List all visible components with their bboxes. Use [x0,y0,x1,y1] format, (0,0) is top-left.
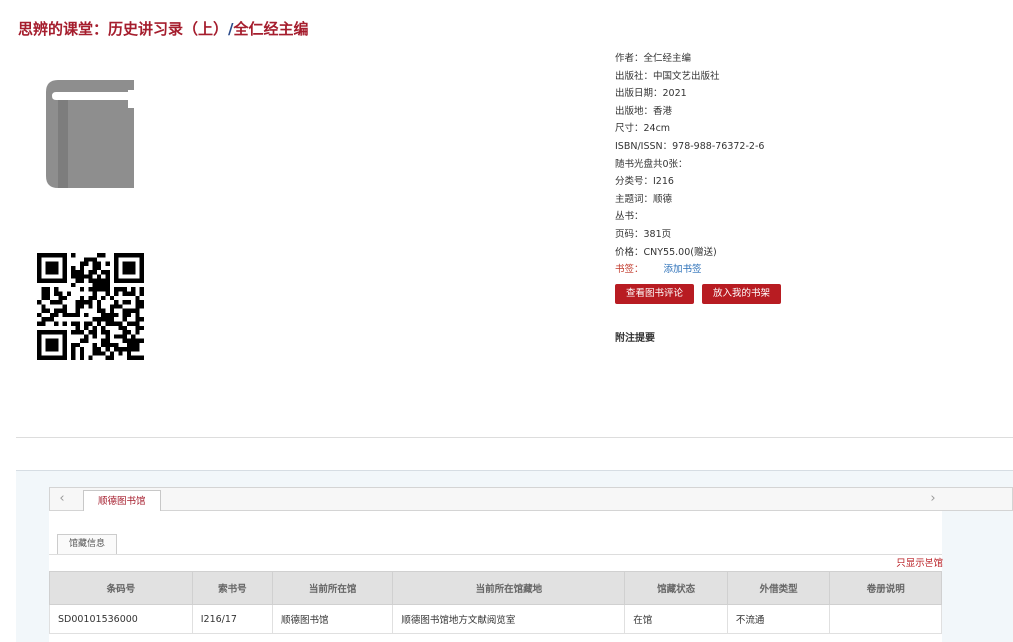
cell-barcode: SD00101536000 [49,604,193,634]
col-loan-type: 外借类型 [726,571,831,605]
cell-library: 顺德图书馆 [271,604,394,634]
meta-disc: 随书光盘共0张： [615,158,688,170]
section-divider [16,437,1013,438]
meta-place: 出版地：香港 [615,105,673,117]
add-to-shelf-button[interactable]: 放入我的书架 [702,284,782,304]
action-buttons: 查看图书评论 放入我的书架 [615,284,782,304]
table-header-row: 条码号 索书号 当前所在馆 当前所在馆藏地 馆藏状态 外借类型 卷册说明 [49,571,942,605]
meta-pages: 页码：381页 [615,228,672,240]
tab-holdings[interactable]: 馆藏信息 [57,534,118,554]
meta-author: 作者：全仁经主编 [615,53,692,64]
table-row: SD00101536000 I216/17 顺德图书馆 顺德图书馆地方文献阅览室… [49,604,942,634]
view-reviews-button[interactable]: 查看图书评论 [615,284,695,304]
holdings-table: 条码号 索书号 当前所在馆 当前所在馆藏地 馆藏状态 外借类型 卷册说明 SD0… [49,571,942,634]
col-volume-note: 卷册说明 [829,571,942,605]
cell-location: 顺德图书馆地方文献阅览室 [392,604,626,634]
col-status: 馆藏状态 [624,571,728,605]
cell-status: 在馆 [624,604,728,634]
qr-code-icon [37,253,144,360]
notes-heading: 附注提要 [615,333,655,344]
meta-series: 丛书： [615,211,644,223]
meta-size: 尺寸：24cm [615,123,671,135]
col-location: 当前所在馆藏地 [392,571,626,605]
add-bookmark-link[interactable]: 添加书签 [664,264,702,275]
chevron-left-icon[interactable]: ‹ [55,491,69,507]
meta-pubdate: 出版日期：2021 [615,88,687,100]
subtab-divider [49,554,942,555]
tag-label: 书签： [615,264,644,276]
book-title: 思辨的课堂：历史讲习录（上） [18,20,229,38]
book-metadata: 作者：全仁经主编 出版社：中国文艺出版社 出版日期：2021 出版地：香港 尺寸… [615,50,764,279]
library-tab-bar: ‹ › [49,487,1013,511]
book-cover-icon [46,80,134,188]
col-barcode: 条码号 [49,571,193,605]
tab-library[interactable]: 顺德图书馆 [83,490,161,512]
cell-callno: I216/17 [191,604,273,634]
chevron-right-icon[interactable]: › [926,491,940,507]
meta-publisher: 出版社：中国文艺出版社 [615,70,720,82]
meta-price: 价格：CNY55.00(赠送) [615,246,717,258]
cell-loan-type: 不流通 [726,604,831,634]
meta-classno: 分类号：I216 [615,176,674,188]
col-library: 当前所在馆 [271,571,394,605]
meta-tag-row: 书签： 添加书签 [615,261,764,279]
only-this-library-link[interactable]: 只显示본馆 [896,555,943,569]
meta-subject: 主题词：顺德 [615,193,673,205]
col-callno: 索书号 [191,571,273,605]
book-author: 全仁经主编 [233,20,309,38]
page-title: 思辨的课堂：历史讲习录（上）/全仁经主编 [18,18,309,39]
meta-isbn: ISBN/ISSN：978-988-76372-2-6 [615,140,765,152]
cell-volume-note [829,604,942,634]
